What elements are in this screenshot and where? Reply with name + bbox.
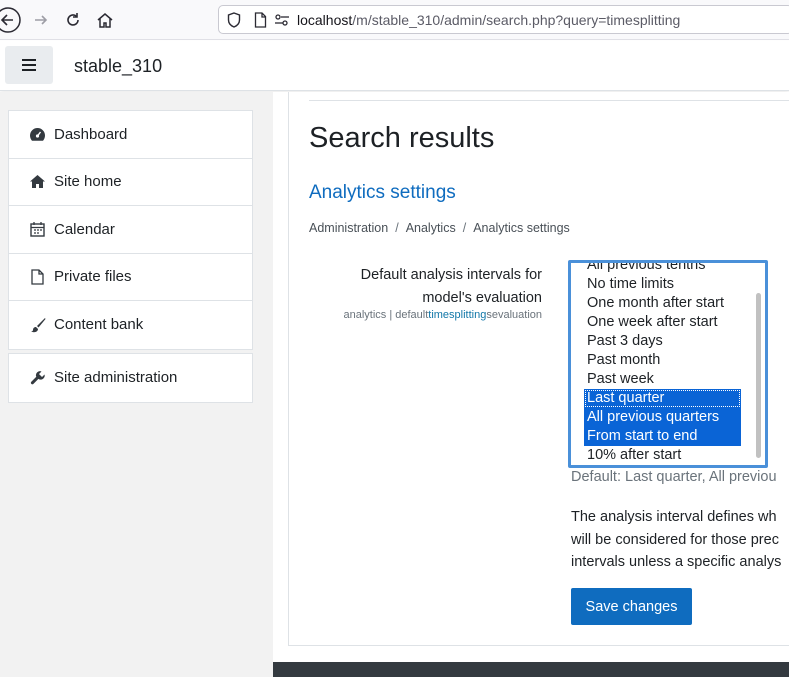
home-icon [29, 173, 46, 190]
breadcrumb-item[interactable]: Administration [309, 221, 388, 235]
select-option[interactable]: Past month [584, 351, 741, 370]
nav-item-private-files[interactable]: Private files [9, 254, 252, 301]
site-name[interactable]: stable_310 [74, 56, 162, 77]
nav-item-label: Content bank [54, 316, 144, 334]
forward-button[interactable] [27, 6, 55, 34]
url-text: localhost/m/stable_310/admin/search.php?… [297, 12, 680, 28]
page-icon [254, 12, 267, 28]
url-path: /m/stable_310/admin/search.php?query=tim… [352, 12, 681, 28]
nav-group-admin: Site administration [8, 353, 253, 403]
home-button[interactable] [91, 6, 119, 34]
nav-drawer: Dashboard Site home Calendar Private fil… [0, 92, 273, 677]
wrench-icon [29, 369, 46, 386]
scrollbar-thumb[interactable] [756, 293, 761, 458]
breadcrumb-separator: / [462, 221, 467, 235]
breadcrumb: Administration / Analytics / Analytics setti… [309, 221, 570, 235]
nav-item-dashboard[interactable]: Dashboard [9, 111, 252, 159]
select-option[interactable]: 10% after start [584, 446, 741, 465]
back-button[interactable] [0, 6, 22, 34]
nav-item-site-home[interactable]: Site home [9, 159, 252, 206]
setting-internal-name: analytics | defaulttimesplittingsevaluat… [309, 309, 542, 321]
select-option[interactable]: Past 3 days [584, 332, 741, 351]
back-arrow-icon [0, 7, 21, 33]
setting-name-highlight: timesplitting [428, 309, 487, 321]
select-option[interactable]: No time limits [584, 275, 741, 294]
nav-item-label: Calendar [54, 220, 115, 238]
select-option[interactable]: From start to end [584, 427, 741, 446]
save-changes-button[interactable]: Save changes [571, 588, 692, 625]
top-navbar: stable_310 [0, 41, 789, 91]
description-line: will be considered for those prec [571, 531, 779, 548]
paintbrush-icon [29, 316, 46, 333]
browser-toolbar: localhost/m/stable_310/admin/search.php?… [0, 0, 789, 40]
shield-icon [227, 12, 241, 28]
option-list: All previous tenths No time limits One mon… [584, 263, 741, 465]
setting-label: Default analysis intervals for model's e… [309, 264, 542, 310]
select-option[interactable]: Last quarter [584, 389, 741, 408]
nav-item-label: Dashboard [54, 125, 128, 143]
nav-item-content-bank[interactable]: Content bank [9, 301, 252, 349]
select-option[interactable]: One month after start [584, 294, 741, 313]
page-title: Search results [309, 122, 495, 154]
forward-arrow-icon [35, 15, 48, 25]
section-link-analytics-settings[interactable]: Analytics settings [309, 182, 456, 204]
drawer-toggle-button[interactable] [5, 46, 53, 84]
setting-name-prefix: analytics | default [343, 309, 429, 321]
nav-item-label: Site administration [54, 369, 178, 387]
permissions-icon[interactable] [274, 13, 290, 27]
file-icon [29, 268, 46, 285]
breadcrumb-item[interactable]: Analytics [406, 221, 456, 235]
select-option[interactable]: All previous quarters [584, 408, 741, 427]
setting-label-line: Default analysis intervals for [360, 267, 542, 283]
nav-item-calendar[interactable]: Calendar [9, 206, 252, 254]
description-line: intervals unless a specific analys [571, 554, 782, 570]
divider [309, 100, 789, 101]
main-content: Search results Analytics settings Admini… [273, 92, 789, 662]
breadcrumb-item[interactable]: Analytics settings [473, 221, 570, 235]
nav-item-label: Site home [54, 173, 122, 191]
select-option[interactable]: All previous tenths [584, 263, 741, 275]
setting-name-suffix: sevaluation [486, 309, 542, 321]
default-value-text: Default: Last quarter, All previou [571, 469, 777, 485]
select-option[interactable]: Past week [584, 370, 741, 389]
analysis-intervals-multiselect[interactable]: All previous tenths No time limits One mon… [568, 260, 768, 468]
setting-label-line: model's evaluation [422, 290, 542, 306]
description-line: The analysis interval defines wh [571, 509, 777, 525]
reload-button[interactable] [59, 6, 87, 34]
breadcrumb-separator: / [395, 221, 399, 235]
select-option[interactable]: One week after start [584, 313, 741, 332]
calendar-icon [29, 221, 46, 238]
hamburger-icon [22, 59, 36, 71]
scrollbar[interactable] [755, 263, 763, 465]
nav-item-label: Private files [54, 268, 132, 286]
nav-group-main: Dashboard Site home Calendar Private fil… [8, 110, 253, 350]
reload-icon [67, 13, 79, 26]
dashboard-icon [29, 126, 46, 143]
url-host: localhost [297, 12, 353, 28]
setting-description: The analysis interval defines wh will be… [571, 506, 789, 574]
home-icon [97, 13, 113, 28]
page-footer [273, 662, 789, 677]
nav-item-site-administration[interactable]: Site administration [9, 354, 252, 402]
url-bar[interactable]: localhost/m/stable_310/admin/search.php?… [218, 5, 789, 34]
